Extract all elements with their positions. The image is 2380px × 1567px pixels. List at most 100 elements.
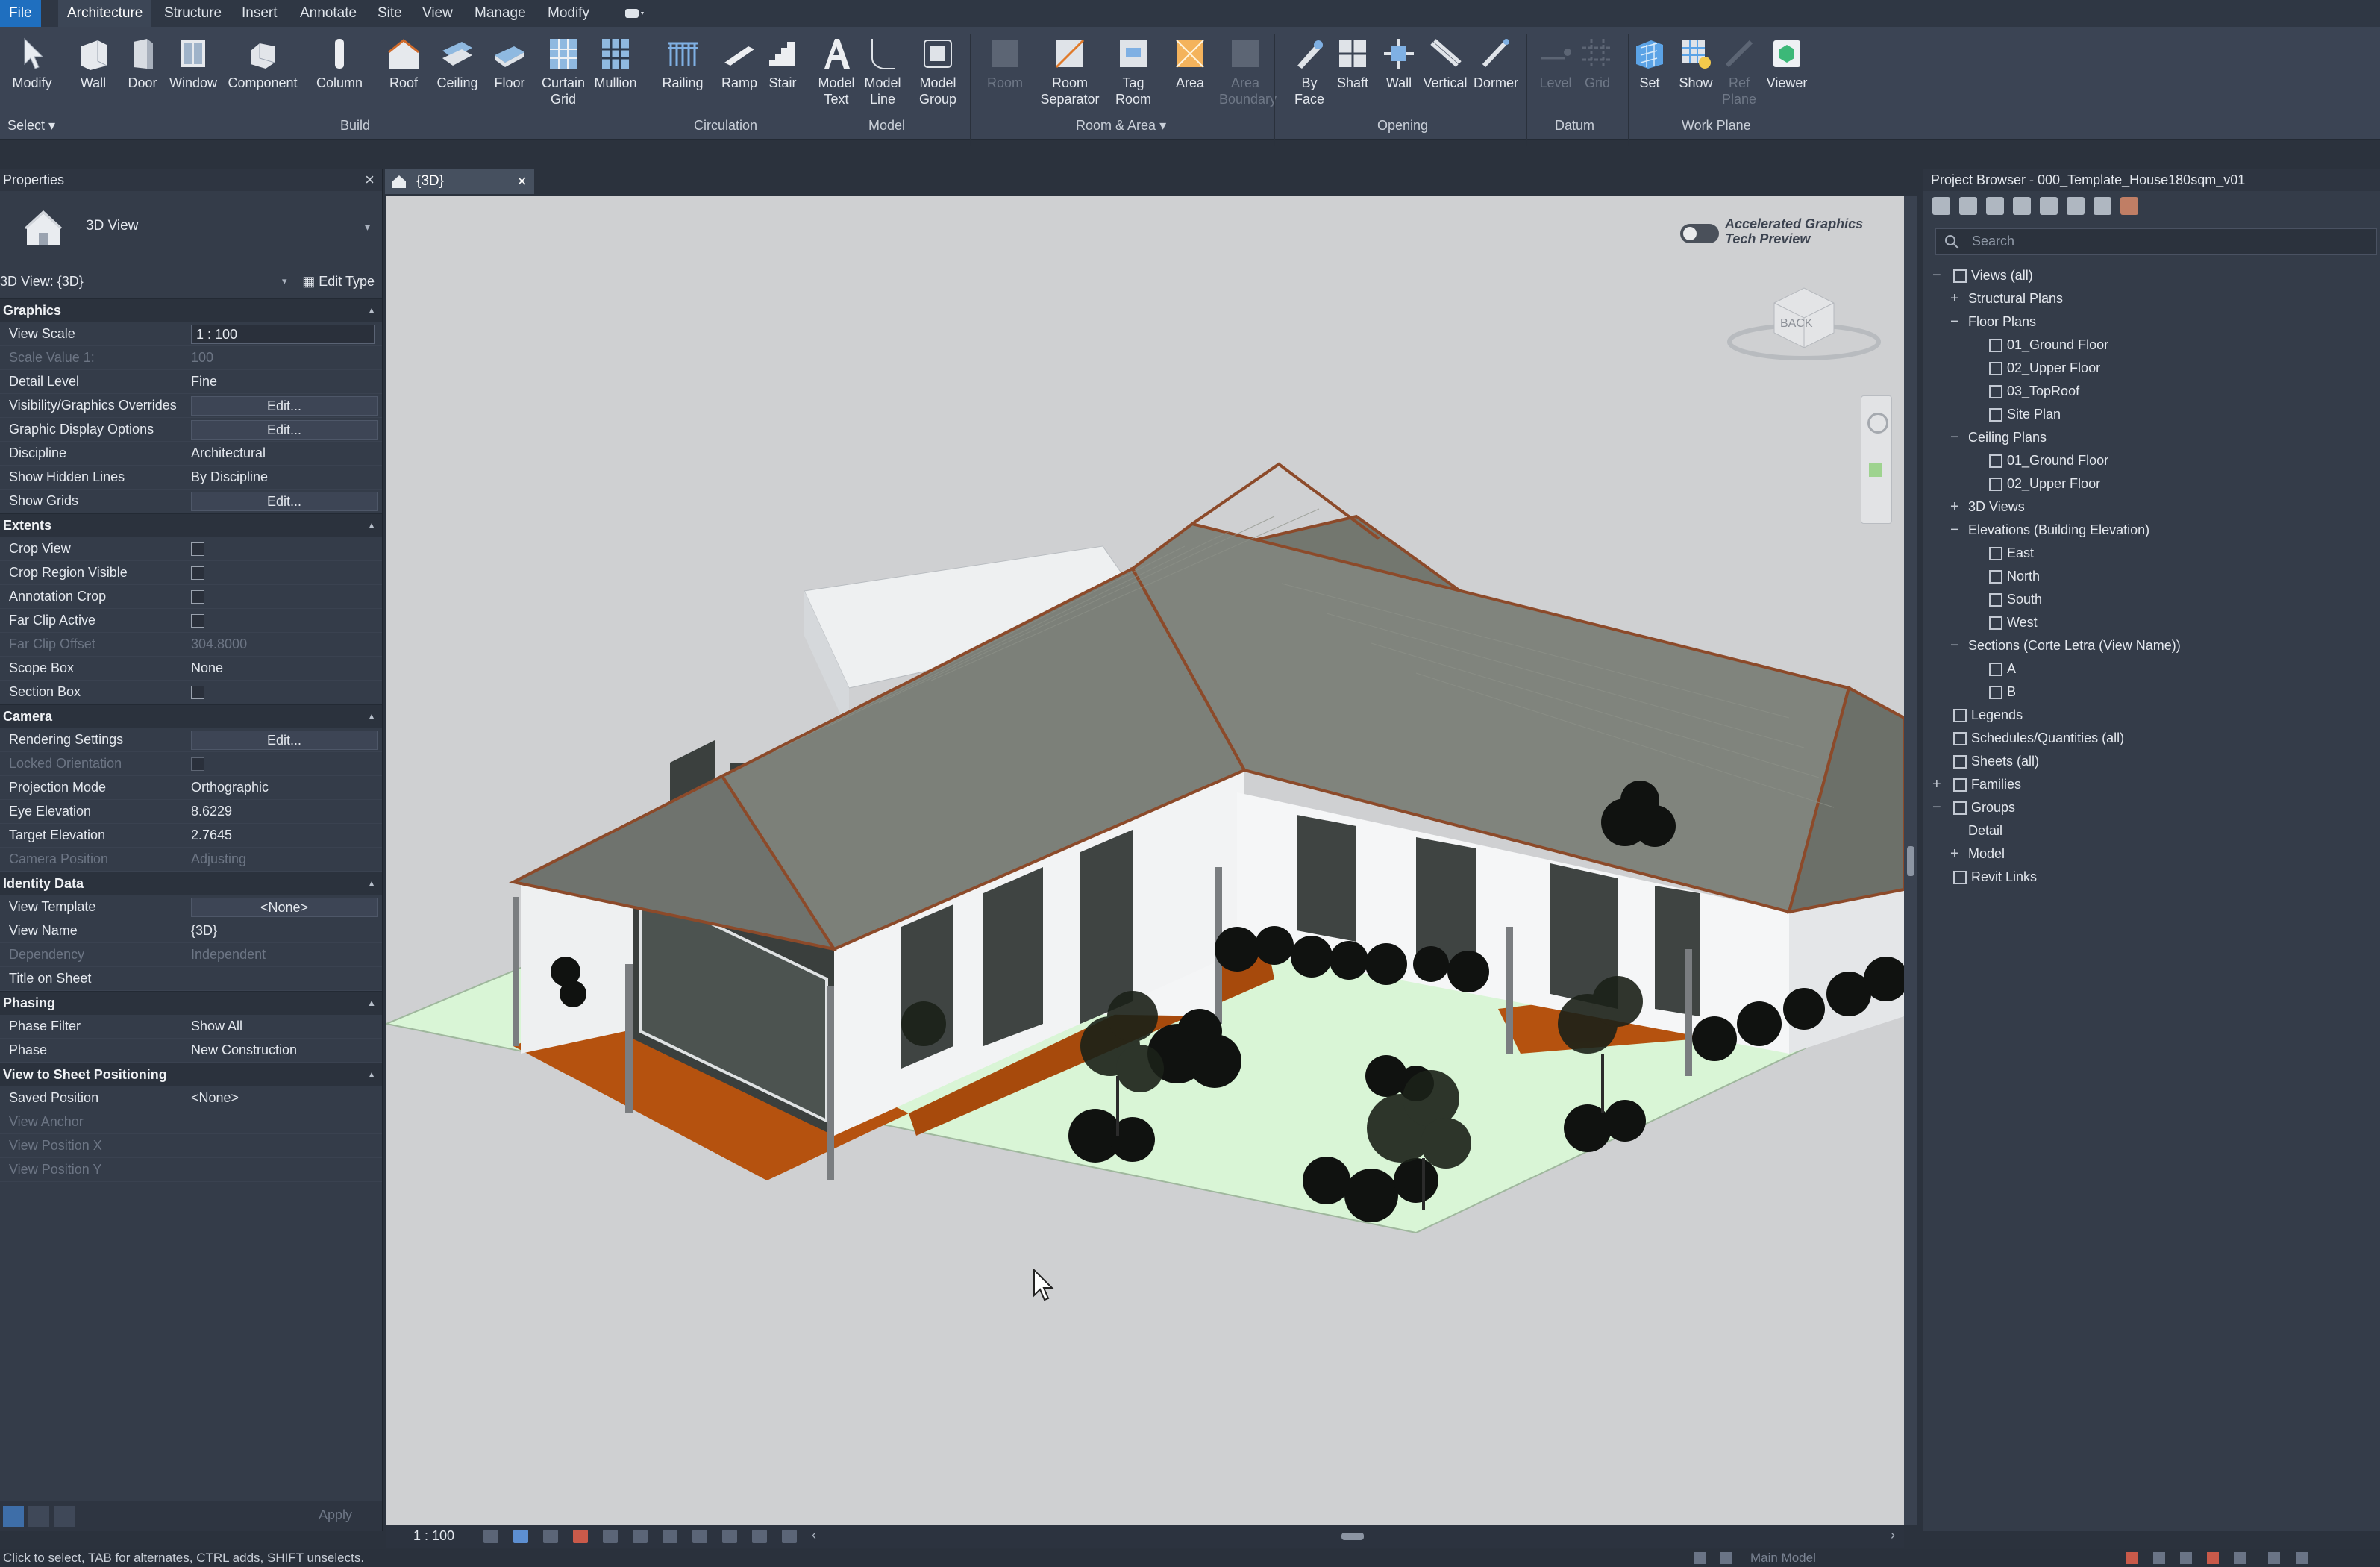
tab-site[interactable]: Site	[369, 0, 411, 27]
type-selector[interactable]: 3D View ▾	[0, 196, 382, 263]
collapse-icon[interactable]: ▲	[367, 514, 376, 537]
railing-button[interactable]: Railing	[657, 33, 709, 91]
collapse-icon[interactable]: −	[1932, 264, 1941, 287]
tree-item[interactable]: + Model	[1923, 842, 2380, 866]
sort-alpha-icon[interactable]	[28, 1506, 49, 1527]
door-button[interactable]: Door	[116, 33, 169, 91]
browser-schedule-icon[interactable]	[1986, 197, 2004, 215]
tab-file[interactable]: File	[0, 0, 41, 27]
expand-icon[interactable]: +	[1950, 495, 1959, 519]
reveal-hidden-icon[interactable]	[752, 1530, 767, 1543]
browser-family-icon[interactable]	[2040, 197, 2058, 215]
set-button[interactable]: Set	[1623, 33, 1676, 91]
property-edit-button[interactable]: Edit...	[191, 396, 378, 416]
curtain-grid-button[interactable]: Curtain Grid	[537, 33, 589, 107]
tree-item[interactable]: − Groups	[1923, 796, 2380, 819]
tree-item[interactable]: 02_Upper Floor	[1923, 472, 2380, 495]
collapse-icon[interactable]: −	[1950, 310, 1959, 334]
tab-structure[interactable]: Structure	[155, 0, 231, 27]
tree-item[interactable]: South	[1923, 588, 2380, 611]
collapse-icon[interactable]: −	[1950, 426, 1959, 449]
dormer-button[interactable]: Dormer	[1470, 33, 1522, 91]
tree-item[interactable]: − Floor Plans	[1923, 310, 2380, 334]
contextual-toggle-icon[interactable]	[624, 7, 646, 20]
area-boundary-button[interactable]: Area Boundary	[1219, 33, 1277, 107]
property-edit-button[interactable]: Edit...	[191, 731, 378, 750]
sun-path-icon[interactable]	[543, 1530, 558, 1543]
horizontal-scroll-thumb[interactable]	[1341, 1533, 1364, 1540]
expand-icon[interactable]: +	[1950, 287, 1959, 310]
tree-item[interactable]: Legends	[1923, 704, 2380, 727]
property-checkbox[interactable]	[191, 686, 204, 699]
browser-search-input[interactable]: Search	[1935, 228, 2377, 255]
tab-architecture[interactable]: Architecture	[58, 0, 152, 27]
tree-item[interactable]: West	[1923, 611, 2380, 634]
ref-plane-button[interactable]: Ref Plane	[1713, 33, 1765, 107]
property-value[interactable]: Show All	[191, 1015, 378, 1038]
browser-home-icon[interactable]	[1932, 197, 1950, 215]
property-value[interactable]: <None>	[191, 1086, 378, 1110]
sort-icon[interactable]	[3, 1506, 24, 1527]
roof-button[interactable]: Roof	[378, 33, 430, 91]
render-icon[interactable]	[603, 1530, 618, 1543]
tab-3d-view[interactable]: {3D} ×	[385, 169, 534, 194]
collapse-icon[interactable]: −	[1950, 634, 1959, 657]
property-value[interactable]: New Construction	[191, 1039, 378, 1062]
property-checkbox[interactable]	[191, 566, 204, 580]
shaft-button[interactable]: Shaft	[1327, 33, 1379, 91]
select-by-face-icon[interactable]	[2207, 1552, 2219, 1564]
design-options-icon[interactable]	[1720, 1552, 1732, 1564]
expand-icon[interactable]: +	[1932, 773, 1941, 796]
tree-item[interactable]: Sheets (all)	[1923, 750, 2380, 773]
chevron-down-icon[interactable]: ▾	[282, 270, 287, 293]
area-button[interactable]: Area	[1164, 33, 1216, 91]
tree-item[interactable]: Site Plan	[1923, 403, 2380, 426]
active-model-label[interactable]: Main Model	[1750, 1549, 1816, 1567]
apply-button[interactable]: Apply	[319, 1507, 352, 1523]
property-checkbox[interactable]	[191, 542, 204, 556]
filter-icon[interactable]	[2296, 1552, 2308, 1564]
drag-elements-icon[interactable]	[2234, 1552, 2246, 1564]
tree-item[interactable]: B	[1923, 681, 2380, 704]
section-identity-data[interactable]: Identity Data ▲	[0, 872, 382, 895]
visual-style-icon[interactable]	[513, 1530, 528, 1543]
edit-type-button[interactable]: ▦ Edit Type	[302, 270, 375, 293]
tree-item[interactable]: Schedules/Quantities (all)	[1923, 727, 2380, 750]
expand-icon[interactable]: +	[1950, 842, 1959, 866]
view-scale-button[interactable]: 1 : 100	[413, 1528, 454, 1544]
property-value[interactable]: Orthographic	[191, 776, 378, 799]
property-checkbox[interactable]	[191, 614, 204, 628]
unlock-3d-icon[interactable]	[692, 1530, 707, 1543]
grid-button[interactable]: Grid	[1571, 33, 1623, 91]
modify-button[interactable]: Modify	[6, 33, 58, 91]
ceiling-button[interactable]: Ceiling	[431, 33, 483, 91]
tab-view[interactable]: View	[413, 0, 462, 27]
instance-selector[interactable]: 3D View: {3D} ▾ ▦ Edit Type	[0, 270, 382, 293]
detail-level-icon[interactable]	[483, 1530, 498, 1543]
chevron-right-icon[interactable]: ›	[1891, 1527, 1895, 1543]
component-button[interactable]: Component	[225, 33, 300, 91]
column-button[interactable]: Column	[313, 33, 366, 91]
property-value[interactable]: By Discipline	[191, 466, 378, 489]
filter-icon[interactable]	[54, 1506, 75, 1527]
viewer-button[interactable]: Viewer	[1761, 33, 1813, 91]
property-checkbox[interactable]	[191, 590, 204, 604]
browser-sheet-icon[interactable]	[2013, 197, 2031, 215]
model-group-button[interactable]: Model Group	[912, 33, 964, 107]
crop-view-icon[interactable]	[633, 1530, 648, 1543]
collapse-icon[interactable]: −	[1950, 519, 1959, 542]
tab-manage[interactable]: Manage	[466, 0, 535, 27]
scrollbar-thumb[interactable]	[1907, 846, 1914, 876]
group-label-room-area[interactable]: Room & Area ▾	[1076, 118, 1166, 134]
tree-item[interactable]: 02_Upper Floor	[1923, 357, 2380, 380]
tree-item[interactable]: North	[1923, 565, 2380, 588]
browser-link-icon[interactable]	[2120, 197, 2138, 215]
model-text-button[interactable]: Model Text	[810, 33, 862, 107]
section-graphics[interactable]: Graphics ▲	[0, 298, 382, 322]
tree-item[interactable]: − Views (all)	[1923, 264, 2380, 287]
floor-button[interactable]: Floor	[483, 33, 536, 91]
tree-item[interactable]: + Families	[1923, 773, 2380, 796]
tree-item[interactable]: Revit Links	[1923, 866, 2380, 889]
chevron-down-icon[interactable]: ▾	[365, 221, 370, 234]
tag-room-button[interactable]: Tag Room	[1107, 33, 1159, 107]
